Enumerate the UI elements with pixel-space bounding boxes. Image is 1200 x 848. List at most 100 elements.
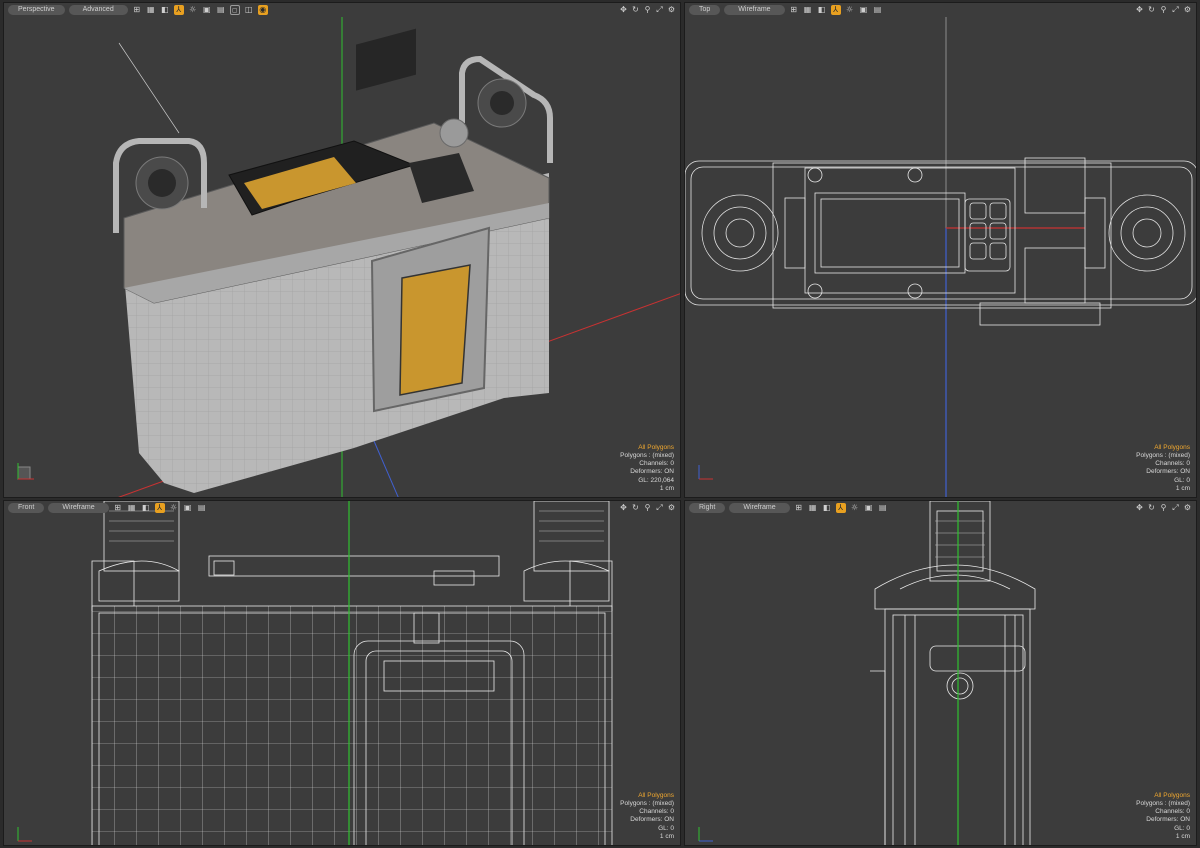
stats-gl: GL: 220,064	[638, 476, 674, 484]
texture-icon[interactable]: ⅄	[835, 503, 846, 513]
solid-icon[interactable]: ◧	[160, 5, 170, 15]
perspective-viewport[interactable]: Perspective Advanced ⊞ ▦ ◧ ⅄ ☼ ▣ ▤ ▢ ◫ ◉…	[3, 2, 681, 498]
right-viewport[interactable]: Right Wireframe ⊞ ▦ ◧ ⅄ ☼ ▣ ▤ ✥ ↻ ⚲ ⤢ ⚙	[684, 500, 1197, 846]
stats-polygons: Polygons : (mixed)	[620, 799, 674, 807]
clone-icon[interactable]: ◫	[244, 5, 254, 15]
texture-icon[interactable]: ⅄	[154, 503, 165, 513]
view-nav: ✥ ↻ ⚲ ⤢ ⚙	[1135, 3, 1192, 17]
left-cap-inner	[148, 169, 176, 197]
light-icon[interactable]: ☼	[188, 5, 198, 15]
shading-selector[interactable]: Wireframe	[729, 503, 790, 513]
stats-unit: 1 cm	[659, 484, 674, 492]
front-detail-lines	[109, 510, 604, 542]
wireframe-icon[interactable]: ▦	[127, 503, 137, 513]
move-view-icon[interactable]: ✥	[619, 5, 628, 15]
top-viewport[interactable]: Top Wireframe ⊞ ▦ ◧ ⅄ ☼ ▣ ▤ ✥ ↻ ⚲ ⤢ ⚙ Al…	[684, 2, 1197, 498]
wireframe-icon[interactable]: ▦	[808, 503, 818, 513]
light-icon[interactable]: ☼	[845, 5, 855, 15]
camera-icon[interactable]: ▣	[864, 503, 874, 513]
front-viewport[interactable]: Front Wireframe ⊞ ▦ ◧ ⅄ ☼ ▣ ▤ ✥ ↻ ⚲ ⤢ ⚙	[3, 500, 681, 846]
perspective-scene	[113, 17, 680, 497]
top-scene	[685, 17, 1196, 497]
maximize-icon[interactable]: ⤢	[655, 5, 664, 15]
axis-indicator-icon	[698, 465, 713, 480]
view-selector[interactable]: Perspective	[8, 5, 65, 15]
layers-icon[interactable]: ▤	[197, 503, 207, 513]
right-cap-inner	[490, 91, 514, 115]
right-scene	[870, 501, 1036, 845]
view-selector[interactable]: Front	[8, 503, 45, 513]
maximize-icon[interactable]: ⤢	[1171, 503, 1180, 513]
solid-icon[interactable]: ◧	[817, 5, 827, 15]
grid-icon[interactable]: ⊞	[794, 503, 804, 513]
rotate-view-icon[interactable]: ↻	[631, 503, 640, 513]
move-view-icon[interactable]: ✥	[1135, 503, 1144, 513]
axis-indicator-icon	[17, 827, 32, 842]
stats-channels: Channels: 0	[639, 460, 674, 468]
grid-icon[interactable]: ⊞	[789, 5, 799, 15]
stats-polygons: Polygons : (mixed)	[620, 451, 674, 459]
settings-icon[interactable]: ⚙	[667, 503, 676, 513]
camera-icon[interactable]: ▣	[202, 5, 212, 15]
stats-gl: GL: 0	[658, 824, 674, 832]
light-icon[interactable]: ☼	[169, 503, 179, 513]
solid-icon[interactable]: ◧	[822, 503, 832, 513]
settings-icon[interactable]: ⚙	[1183, 503, 1192, 513]
stats-polygons: Polygons : (mixed)	[1136, 799, 1190, 807]
view-selector[interactable]: Right	[689, 503, 726, 513]
shading-selector[interactable]: Advanced	[68, 5, 128, 15]
view-selector[interactable]: Top	[689, 5, 721, 15]
side-yellow-panel	[399, 264, 471, 396]
camera-icon[interactable]: ▣	[859, 5, 869, 15]
layers-icon[interactable]: ▤	[873, 5, 883, 15]
render-icon[interactable]: ▢	[229, 5, 240, 15]
record-icon[interactable]: ◉	[257, 5, 268, 15]
lid-knob	[439, 118, 469, 148]
stats-title: All Polygons	[1154, 791, 1190, 799]
rotate-view-icon[interactable]: ↻	[631, 5, 640, 15]
texture-icon[interactable]: ⅄	[173, 5, 184, 15]
stats-unit: 1 cm	[659, 832, 674, 840]
zoom-view-icon[interactable]: ⚲	[643, 503, 652, 513]
texture-icon[interactable]: ⅄	[830, 5, 841, 15]
front-scene	[91, 501, 613, 845]
move-view-icon[interactable]: ✥	[1135, 5, 1144, 15]
light-icon[interactable]: ☼	[850, 503, 860, 513]
rotate-view-icon[interactable]: ↻	[1147, 5, 1156, 15]
layers-icon[interactable]: ▤	[216, 5, 226, 15]
zoom-view-icon[interactable]: ⚲	[1159, 503, 1168, 513]
button-cluster	[356, 28, 416, 91]
stats-gl: GL: 0	[1174, 476, 1190, 484]
settings-icon[interactable]: ⚙	[1183, 5, 1192, 15]
right-wireframe	[870, 501, 1036, 845]
zoom-view-icon[interactable]: ⚲	[1159, 5, 1168, 15]
rotate-view-icon[interactable]: ↻	[1147, 503, 1156, 513]
stats-unit: 1 cm	[1175, 484, 1190, 492]
stats-channels: Channels: 0	[639, 808, 674, 816]
axis-indicator-icon	[17, 463, 34, 480]
stats-deformers: Deformers: ON	[630, 468, 674, 476]
viewport-header: Top Wireframe ⊞ ▦ ◧ ⅄ ☼ ▣ ▤ ✥ ↻ ⚲ ⤢ ⚙	[685, 3, 1196, 17]
camera-icon[interactable]: ▣	[183, 503, 193, 513]
front-body-grid	[92, 606, 612, 845]
move-view-icon[interactable]: ✥	[619, 503, 628, 513]
shading-selector[interactable]: Wireframe	[724, 5, 785, 15]
stats-title: All Polygons	[638, 443, 674, 451]
stats-channels: Channels: 0	[1155, 808, 1190, 816]
settings-icon[interactable]: ⚙	[667, 5, 676, 15]
view-nav: ✥ ↻ ⚲ ⤢ ⚙	[1135, 501, 1192, 515]
zoom-view-icon[interactable]: ⚲	[643, 5, 652, 15]
stats-overlay: All Polygons Polygons : (mixed) Channels…	[620, 444, 674, 493]
grid-icon[interactable]: ⊞	[132, 5, 142, 15]
view-nav: ✥ ↻ ⚲ ⤢ ⚙	[619, 3, 676, 17]
layers-icon[interactable]: ▤	[878, 503, 888, 513]
maximize-icon[interactable]: ⤢	[1171, 5, 1180, 15]
solid-icon[interactable]: ◧	[141, 503, 151, 513]
stats-overlay: All Polygons Polygons : (mixed) Channels…	[620, 792, 674, 841]
grid-icon[interactable]: ⊞	[113, 503, 123, 513]
shading-selector[interactable]: Wireframe	[48, 503, 109, 513]
maximize-icon[interactable]: ⤢	[655, 503, 664, 513]
stats-title: All Polygons	[638, 791, 674, 799]
wireframe-icon[interactable]: ▦	[146, 5, 156, 15]
wireframe-icon[interactable]: ▦	[803, 5, 813, 15]
